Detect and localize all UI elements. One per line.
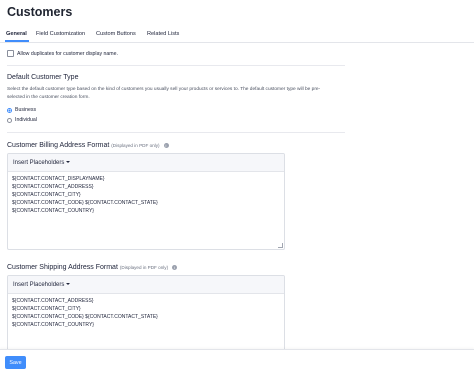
billing-title-text: Customer Billing Address Format [7,142,110,149]
shipping-note: (Displayed in PDF only) [119,265,169,270]
business-label: Business [15,107,37,113]
shipping-insert-label: Insert Placeholders [13,281,65,288]
divider [7,132,345,133]
billing-address-textarea[interactable]: ${CONTACT.CONTACT_DISPLAYNAME} ${CONTACT… [8,172,284,218]
billing-line: ${CONTACT.CONTACT_DISPLAYNAME} [12,176,105,182]
billing-line: ${CONTACT.CONTACT_ADDRESS} [12,184,94,190]
tab-field-customization[interactable]: Field Customization [36,31,85,37]
info-icon[interactable]: i [163,142,169,148]
allow-duplicates-label: Allow duplicates for customer display na… [17,50,118,57]
shipping-line: ${CONTACT.CONTACT_CITY} [12,306,81,312]
shipping-address-textarea[interactable]: ${CONTACT.CONTACT_ADDRESS} ${CONTACT.CON… [8,294,284,332]
page-title: Customers [7,5,73,19]
resize-handle-icon[interactable] [278,243,283,248]
individual-label: Individual [15,117,37,123]
shipping-editor-toolbar: Insert Placeholders [8,276,284,294]
allow-duplicates-checkbox[interactable] [7,50,14,57]
caret-down-icon [66,160,71,163]
active-tab-indicator [5,40,29,42]
customer-type-business-option[interactable]: Business [7,107,36,113]
billing-line: ${CONTACT.CONTACT_CITY} [12,192,81,198]
caret-down-icon [66,282,71,285]
customer-type-title: Default Customer Type [7,74,79,81]
shipping-title-text: Customer Shipping Address Format [7,264,118,271]
billing-line: ${CONTACT.CONTACT_COUNTRY} [12,208,94,214]
footer-bar: Save [0,349,474,374]
divider [7,65,345,66]
tab-general[interactable]: General [6,31,27,37]
billing-insert-placeholders-button[interactable]: Insert Placeholders [13,159,71,166]
business-radio[interactable] [7,107,12,113]
billing-editor-toolbar: Insert Placeholders [8,154,284,172]
shipping-line: ${CONTACT.CONTACT_ADDRESS} [12,298,94,304]
shipping-insert-placeholders-button[interactable]: Insert Placeholders [13,281,71,288]
tab-custom-buttons[interactable]: Custom Buttons [96,31,136,37]
customer-type-individual-option[interactable]: Individual [7,117,37,123]
billing-insert-label: Insert Placeholders [13,159,65,166]
billing-address-editor[interactable]: Insert Placeholders ${CONTACT.CONTACT_DI… [7,153,285,250]
save-button[interactable]: Save [5,356,26,369]
customer-type-description: Select the default customer type based o… [7,87,321,100]
billing-address-format-title: Customer Billing Address Format (Display… [7,142,169,149]
billing-note: (Displayed in PDF only) [111,143,160,148]
allow-duplicates-option[interactable]: Allow duplicates for customer display na… [7,50,118,57]
info-icon[interactable]: i [172,264,178,270]
individual-radio[interactable] [7,117,12,123]
shipping-address-editor[interactable]: Insert Placeholders ${CONTACT.CONTACT_AD… [7,275,285,355]
billing-line: ${CONTACT.CONTACT_CODE} ${CONTACT.CONTAC… [12,200,158,206]
tab-related-lists[interactable]: Related Lists [147,31,179,37]
shipping-line: ${CONTACT.CONTACT_CODE} ${CONTACT.CONTAC… [12,314,158,320]
shipping-address-format-title: Customer Shipping Address Format (Displa… [7,264,178,271]
shipping-line: ${CONTACT.CONTACT_COUNTRY} [12,322,94,328]
tab-bar: General Field Customization Custom Butto… [0,31,474,43]
